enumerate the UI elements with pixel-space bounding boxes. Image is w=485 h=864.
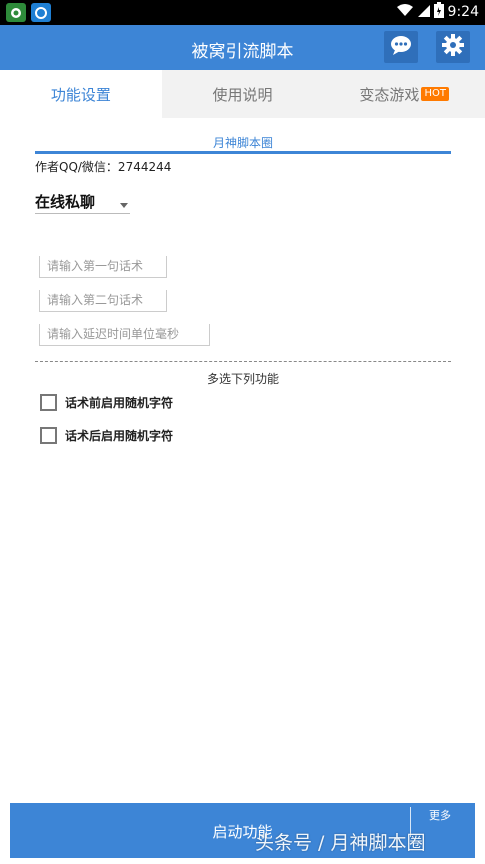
section-divider [35, 151, 451, 154]
tab-label: 使用说明 [212, 85, 273, 104]
multi-select-title: 多选下列功能 [206, 372, 279, 386]
tab-label: 变态游戏 [359, 85, 420, 104]
dropdown-value: 在线私聊 [35, 193, 96, 211]
placeholder-text: 请输入延迟时间单位毫秒 [47, 327, 180, 341]
author-contact: 作者QQ/微信：2744244 [35, 160, 172, 174]
tab-bar: 功能设置 使用说明 变态游戏 HOT [0, 70, 485, 118]
checkbox-label: 话术后启用随机字符 [65, 429, 174, 443]
system-icons: 9:24 [396, 2, 479, 22]
mode-dropdown[interactable]: 在线私聊 [35, 190, 130, 214]
tab-instructions[interactable]: 使用说明 [161, 70, 324, 118]
placeholder-text: 请输入第一句话术 [47, 259, 144, 273]
tab-function-settings[interactable]: 功能设置 [0, 70, 162, 118]
more-button[interactable]: 更多 [420, 809, 460, 823]
first-phrase-input[interactable]: 请输入第一句话术 [39, 256, 167, 278]
tab-label: 功能设置 [50, 85, 111, 104]
wifi-icon [396, 3, 414, 21]
checkbox-box[interactable] [40, 427, 57, 444]
signal-icon [417, 3, 430, 21]
settings-button[interactable] [436, 31, 470, 63]
app-icon-green [6, 3, 26, 22]
app-bar: 被窝引流脚本 [0, 25, 485, 70]
gear-icon [442, 34, 464, 60]
notification-icons [6, 3, 51, 22]
checkbox-label: 话术前启用随机字符 [65, 396, 174, 410]
app-icon-blue [31, 3, 51, 22]
checkbox-random-after[interactable]: 话术后启用随机字符 [40, 427, 173, 444]
hot-badge: HOT [421, 87, 449, 101]
watermark: 头条号 / 月神脚本圈 [255, 832, 426, 854]
second-phrase-input[interactable]: 请输入第二句话术 [39, 290, 167, 312]
checkbox-box[interactable] [40, 394, 57, 411]
checkbox-random-before[interactable]: 话术前启用随机字符 [40, 394, 173, 411]
dashed-divider [35, 361, 451, 362]
section-title: 月神脚本圈 [212, 136, 273, 150]
tab-games[interactable]: 变态游戏 HOT [323, 70, 485, 118]
clock: 9:24 [447, 4, 479, 20]
chat-icon [390, 35, 412, 59]
battery-icon [433, 2, 444, 22]
delay-ms-input[interactable]: 请输入延迟时间单位毫秒 [39, 324, 210, 346]
app-screen: 9:24 被窝引流脚本 功能设置 使用说明 变态游戏 HOT 月神脚本圈 作者Q… [0, 0, 485, 864]
status-bar: 9:24 [0, 0, 485, 25]
chat-button[interactable] [384, 31, 418, 63]
dropdown-arrow-icon [120, 203, 128, 208]
placeholder-text: 请输入第二句话术 [47, 293, 144, 307]
